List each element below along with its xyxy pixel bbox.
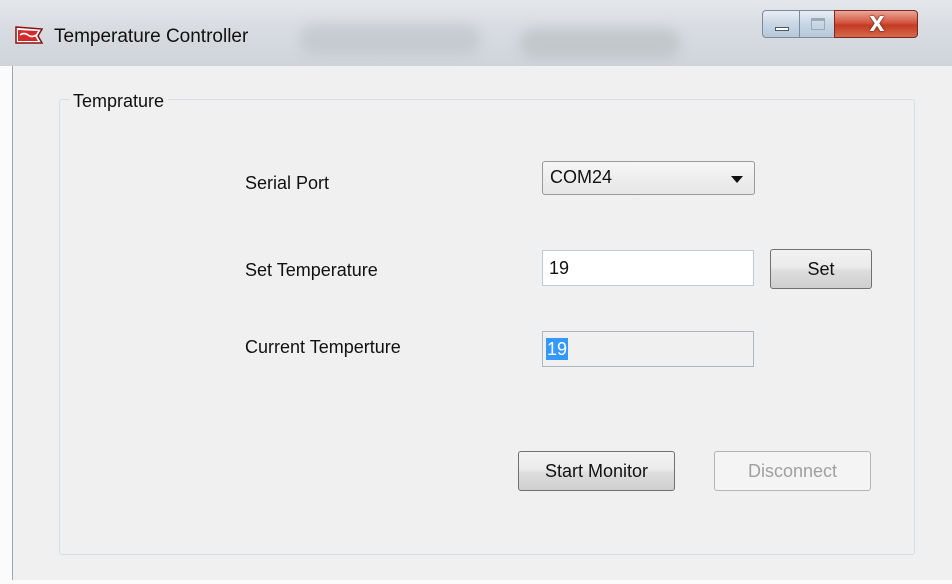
serial-port-dropdown[interactable]: COM24 (542, 161, 755, 195)
maximize-icon (811, 18, 825, 30)
current-temperature-label: Current Temperture (245, 337, 401, 357)
title-bar[interactable]: Temperature Controller X (0, 0, 952, 66)
close-icon: X (869, 12, 885, 36)
titlebar-background-blur (300, 24, 480, 54)
maximize-button[interactable] (799, 10, 835, 38)
minimize-button[interactable] (762, 10, 800, 38)
client-area: Temprature Serial Port COM24 Set Tempera… (12, 66, 952, 584)
set-button[interactable]: Set (770, 249, 872, 289)
minimize-icon (775, 27, 789, 31)
disconnect-button[interactable]: Disconnect (714, 451, 871, 491)
set-temperature-label: Set Temperature (245, 260, 378, 280)
titlebar-background-blur (520, 28, 680, 58)
current-temperature-field[interactable]: 19 (542, 331, 754, 367)
set-temperature-field[interactable] (542, 250, 754, 286)
start-monitor-button[interactable]: Start Monitor (518, 451, 675, 491)
dropdown-arrow-icon (731, 176, 743, 183)
close-button[interactable]: X (834, 10, 918, 38)
window-title: Temperature Controller (54, 26, 249, 47)
set-temperature-input[interactable] (543, 251, 753, 285)
groupbox-title: Temprature (69, 91, 169, 111)
app-window: Temperature Controller X Temprature Seri… (0, 0, 952, 584)
serial-port-label: Serial Port (245, 173, 330, 193)
window-bottom-edge (0, 580, 952, 584)
serial-port-selected-value: COM24 (550, 167, 613, 187)
app-icon (15, 26, 44, 44)
current-temperature-value: 19 (546, 338, 569, 360)
